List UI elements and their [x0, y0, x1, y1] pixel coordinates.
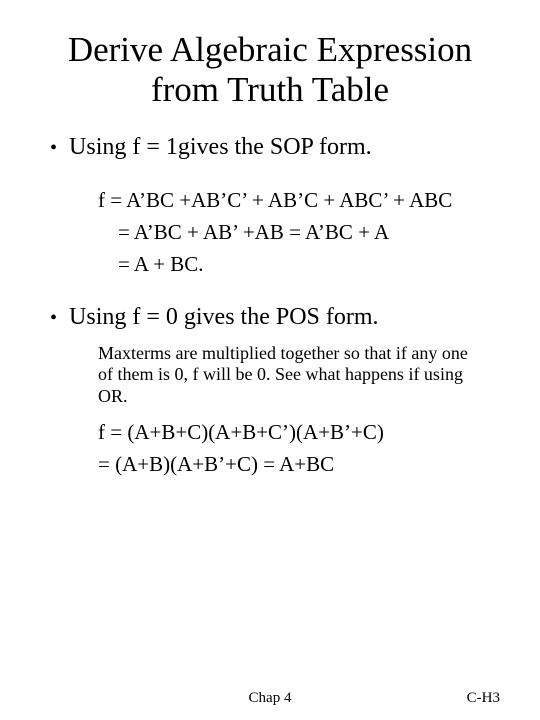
sop-line1: f = A’BC +AB’C’ + AB’C + ABC’ + ABC [98, 187, 470, 213]
pos-line1: f = (A+B+C)(A+B+C’)(A+B’+C) [98, 419, 470, 445]
bullet-sop: • Using f = 1gives the SOP form. [50, 133, 500, 163]
footer-right: C-H3 [467, 690, 500, 707]
bullet-pos-text: Using f = 0 gives the POS form. [69, 303, 379, 332]
bullet-dot-icon: • [50, 133, 57, 163]
bullet-pos: • Using f = 0 gives the POS form. [50, 303, 500, 333]
sop-line3: = A + BC. [98, 251, 470, 277]
page-title: Derive Algebraic Expression from Truth T… [40, 30, 500, 111]
sop-line2: = A’BC + AB’ +AB = A’BC + A [98, 219, 470, 245]
bullet-dot-icon: • [50, 303, 57, 333]
pos-note: Maxterms are multiplied together so that… [98, 343, 470, 407]
footer-center: Chap 4 [0, 690, 540, 707]
pos-line2: = (A+B)(A+B’+C) = A+BC [98, 451, 470, 477]
slide: Derive Algebraic Expression from Truth T… [0, 0, 540, 720]
bullet-sop-text: Using f = 1gives the SOP form. [69, 133, 372, 162]
